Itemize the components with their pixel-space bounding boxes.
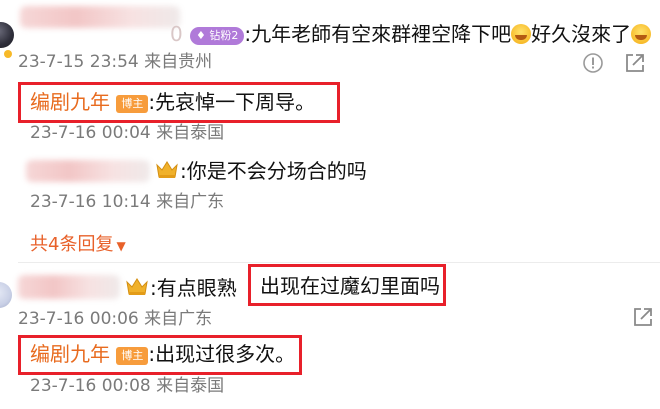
- reply-text: :你是不会分场合的吗: [180, 159, 367, 183]
- avatar[interactable]: [0, 282, 12, 308]
- blogger-badge: 博主: [116, 94, 149, 113]
- reply-text: :先哀悼一下周导。: [148, 90, 316, 114]
- comment-line: :有点眼熟: [124, 276, 237, 303]
- reply-meta: 23-7-16 00:04 来自泰国: [30, 123, 225, 143]
- comment-text-highlight: 出现在过魔幻里面吗: [260, 274, 440, 298]
- blurred-username: [20, 6, 180, 28]
- reply-line: :你是不会分场合的吗: [154, 159, 367, 186]
- comment-meta: 23-7-15 23:54 来自贵州: [18, 52, 213, 72]
- reply-author[interactable]: 编剧九年: [30, 90, 110, 114]
- more-replies-link[interactable]: 共4条回复 ▼: [30, 230, 126, 256]
- chevron-down-icon: ▼: [116, 239, 126, 253]
- comment-text-part2: 好久沒來了: [531, 22, 632, 46]
- blogger-badge: 博主: [116, 346, 149, 365]
- crown-icon: [124, 276, 150, 303]
- reply-line: 编剧九年 博主:先哀悼一下周导。: [30, 90, 315, 114]
- laughing-crying-emoji: [511, 24, 532, 44]
- blurred-username: [26, 160, 150, 182]
- fan-badge: ♦ 钻粉2: [190, 26, 245, 45]
- share-icon[interactable]: [632, 306, 654, 333]
- laughing-crying-emoji: [631, 24, 652, 44]
- comment-text-part1: :九年老師有空來群裡空降下吧: [244, 22, 512, 46]
- comment-text: :有点眼熟: [150, 276, 237, 300]
- comment-line: 0: [170, 22, 183, 46]
- comment-meta: 23-7-16 00:06 来自广东: [18, 309, 213, 329]
- fan-badge-partial-digit: 0: [170, 22, 183, 46]
- avatar-dot: [4, 50, 12, 58]
- divider: [18, 262, 660, 263]
- comment-text: ♦ 钻粉2:九年老師有空來群裡空降下吧 好久沒來了: [190, 22, 652, 46]
- reply-meta: 23-7-16 10:14 来自广东: [30, 192, 225, 212]
- blurred-username: [18, 275, 120, 299]
- reply-meta: 23-7-16 00:08 来自泰国: [30, 376, 225, 396]
- avatar[interactable]: [0, 22, 14, 48]
- reply-line: 编剧九年 博主:出现过很多次。: [30, 342, 295, 366]
- reply-author[interactable]: 编剧九年: [30, 342, 110, 366]
- alert-icon[interactable]: [582, 52, 604, 79]
- share-icon[interactable]: [624, 52, 646, 79]
- reply-text: :出现过很多次。: [148, 342, 296, 366]
- crown-icon: [154, 159, 180, 186]
